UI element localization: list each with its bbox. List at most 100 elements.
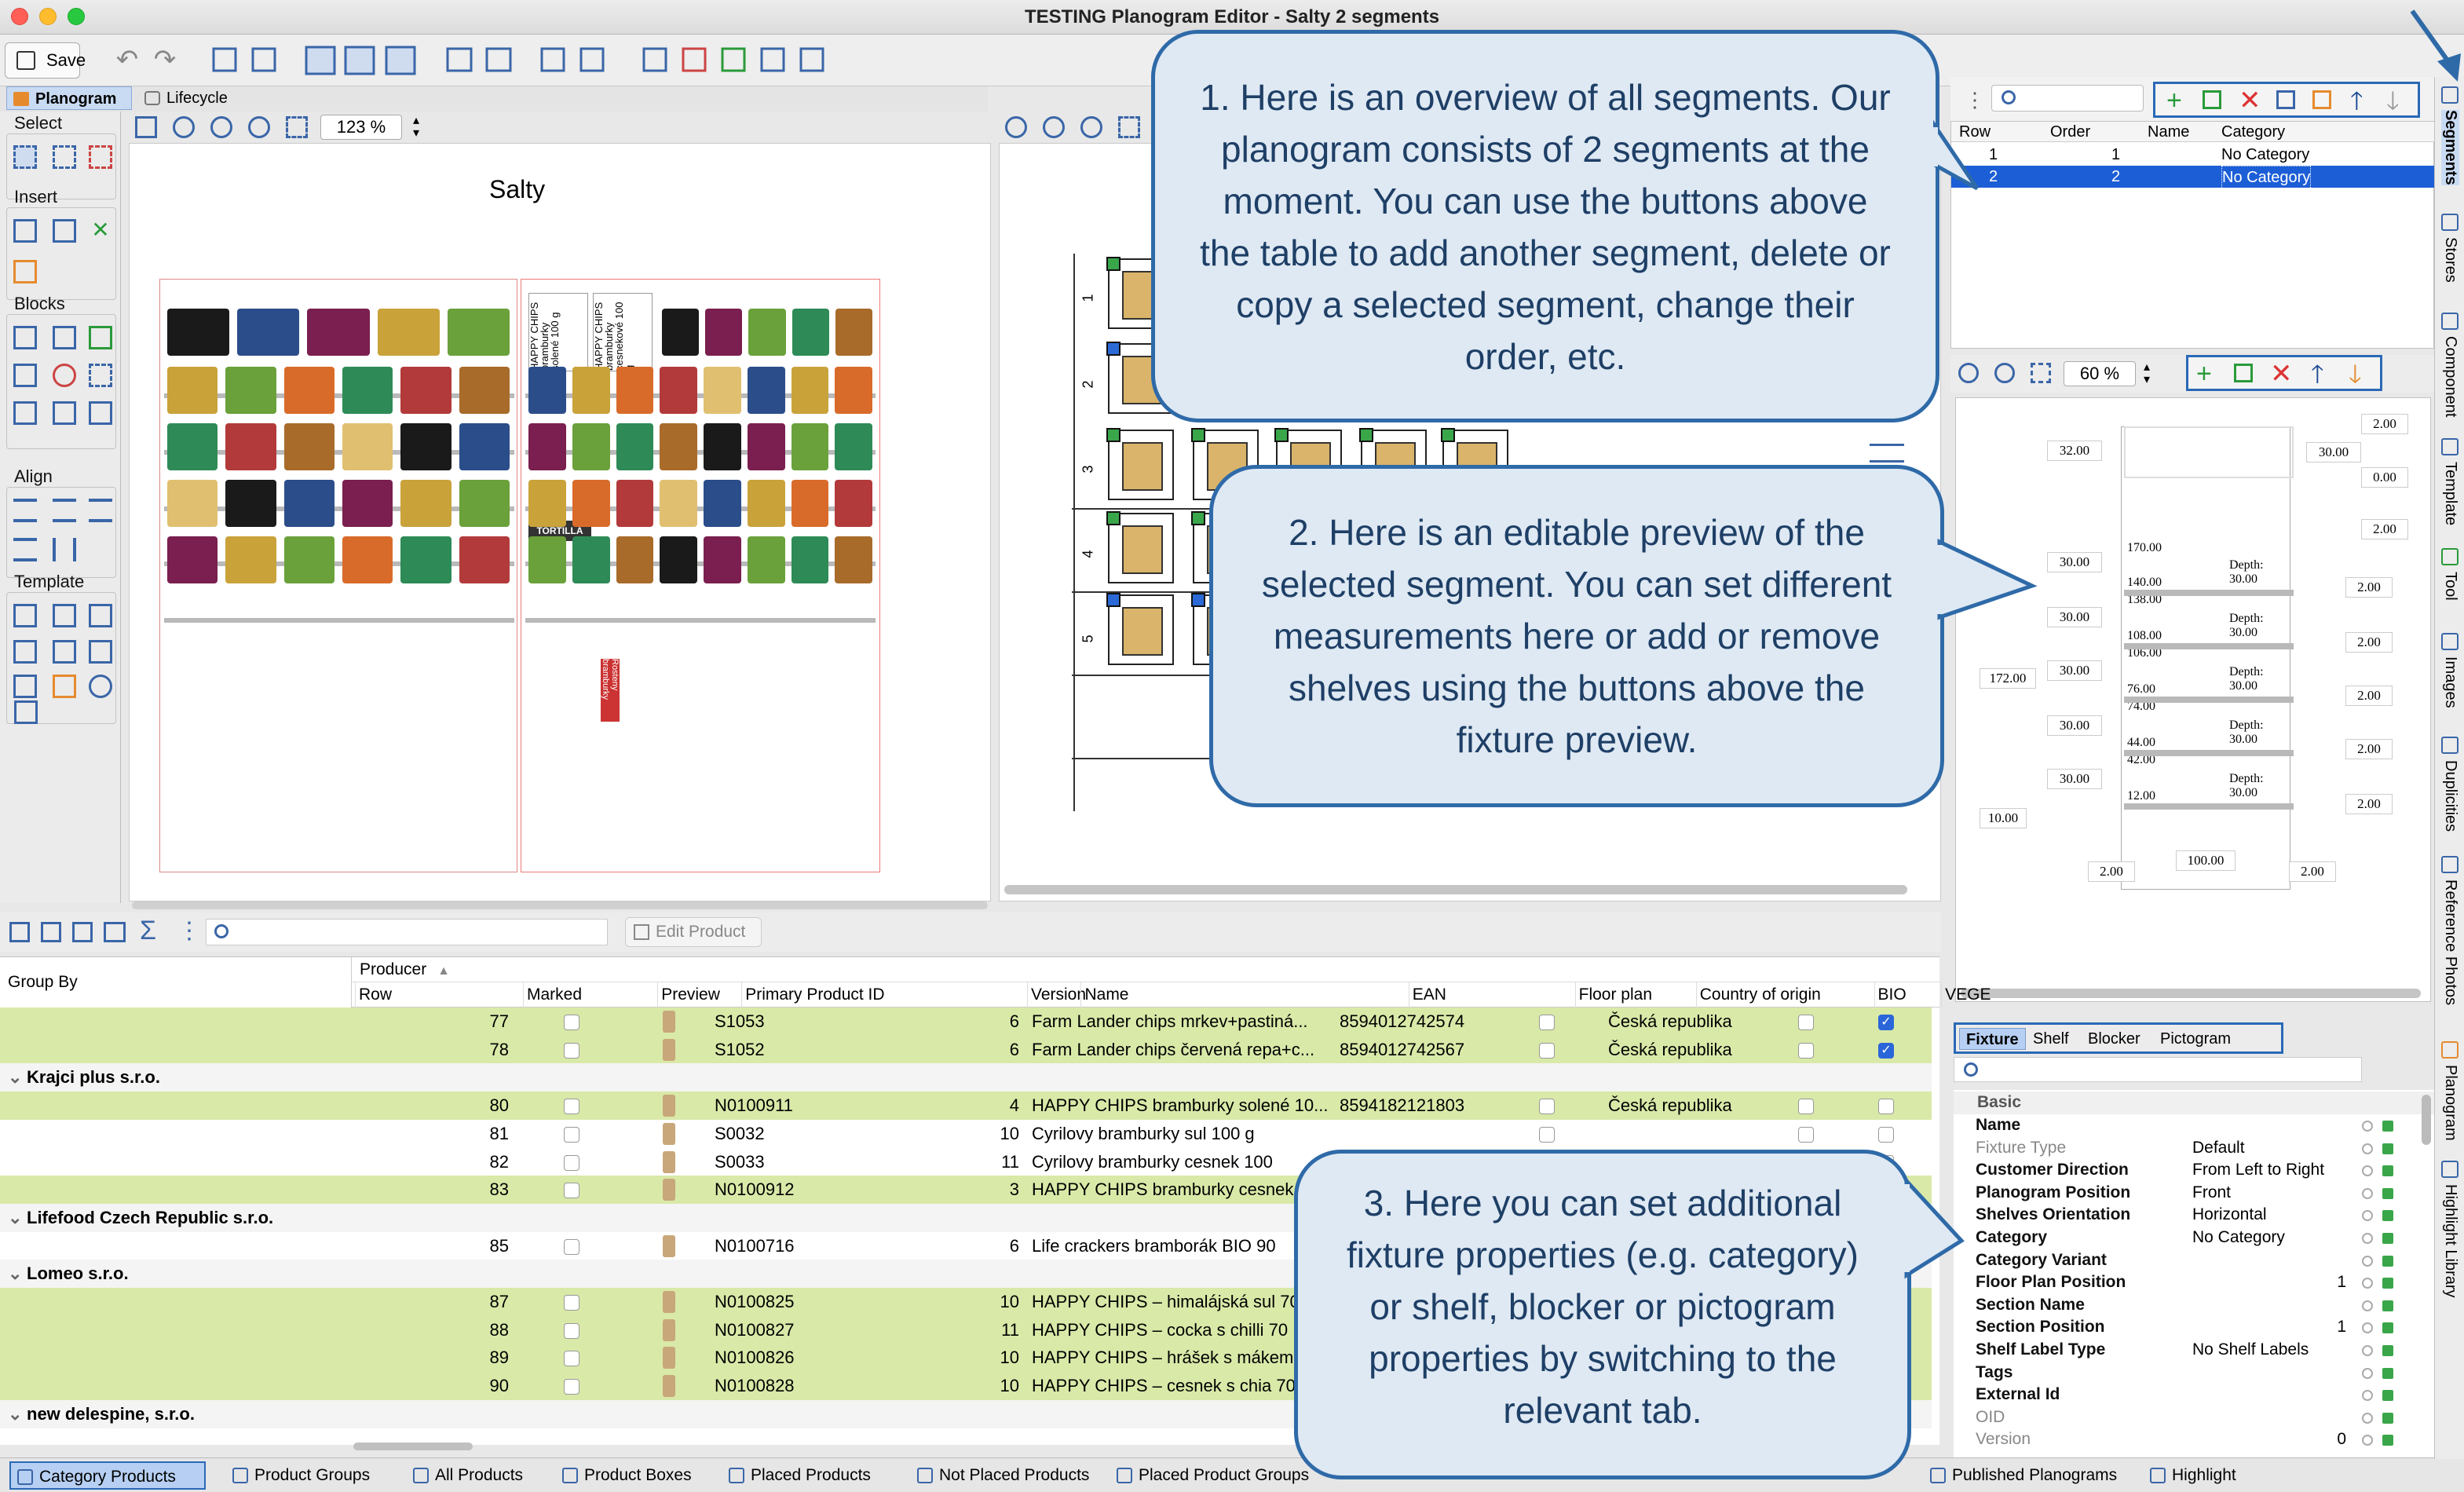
marked-checkbox[interactable] xyxy=(564,1322,579,1339)
check-all-icon[interactable] xyxy=(9,922,30,942)
edit-property-icon[interactable] xyxy=(2382,1300,2393,1311)
col-category[interactable]: Category xyxy=(2221,122,2285,142)
floorplan-checkbox[interactable] xyxy=(1539,1099,1555,1115)
product-facing[interactable] xyxy=(225,367,276,414)
product-facing[interactable] xyxy=(660,367,697,414)
product-facing[interactable] xyxy=(662,309,700,356)
products-search-input[interactable] xyxy=(206,919,608,945)
insert-remove-icon[interactable]: ✕ xyxy=(89,219,112,243)
vertical-tab[interactable]: Component xyxy=(2441,336,2459,417)
select-area-icon[interactable] xyxy=(53,145,76,169)
property-row[interactable]: Category Variant xyxy=(1954,1249,2440,1272)
preview-shelf-2[interactable] xyxy=(2124,643,2294,649)
reset-property-icon[interactable] xyxy=(2362,1412,2373,1424)
marked-checkbox[interactable] xyxy=(564,1154,579,1171)
product-facing[interactable] xyxy=(616,480,654,527)
bottom-val-1[interactable]: 2.00 xyxy=(2088,861,2135,882)
grid-header-cell[interactable]: EAN xyxy=(1408,982,1446,1007)
product-facing[interactable] xyxy=(660,536,697,583)
product-facing[interactable] xyxy=(616,367,654,414)
vertical-tab[interactable]: Reference Photos xyxy=(2441,879,2459,1005)
product-facing[interactable] xyxy=(459,367,510,414)
product-facing[interactable] xyxy=(167,536,218,583)
reset-property-icon[interactable] xyxy=(2362,1390,2373,1402)
product-facing[interactable] xyxy=(459,423,510,470)
distribute-horizontal-icon[interactable] xyxy=(53,538,76,561)
property-row[interactable]: Planogram Position Front xyxy=(1954,1182,2440,1205)
product-facing[interactable] xyxy=(167,309,230,356)
status-tab[interactable]: All Products xyxy=(407,1461,523,1490)
product-facing[interactable] xyxy=(528,367,566,414)
product-facing[interactable] xyxy=(704,423,741,470)
left-val-4[interactable]: 30.00 xyxy=(2047,660,2102,681)
segment-row-1[interactable]: 1 1 No Category xyxy=(1951,144,2435,166)
bottom-val-3[interactable]: 2.00 xyxy=(2289,861,2336,882)
vertical-tab[interactable]: Segments xyxy=(2441,110,2459,185)
product-facing[interactable] xyxy=(167,367,218,414)
product-facing[interactable] xyxy=(572,536,610,583)
right-val-7[interactable]: 2.00 xyxy=(2345,686,2393,706)
product-facing[interactable] xyxy=(377,309,440,356)
product-facing[interactable] xyxy=(528,423,566,470)
status-tab[interactable]: Product Groups xyxy=(226,1461,370,1490)
product-facing[interactable] xyxy=(342,536,393,583)
grid-header-cell[interactable]: Marked xyxy=(523,982,582,1007)
grid-header-cell[interactable]: Row xyxy=(355,982,392,1007)
marked-checkbox[interactable] xyxy=(564,1379,579,1395)
reset-property-icon[interactable] xyxy=(2362,1255,2373,1267)
edit-property-icon[interactable] xyxy=(2382,1435,2393,1446)
product-facing[interactable] xyxy=(616,423,654,470)
paste-products-icon[interactable] xyxy=(72,922,93,942)
left-val-5[interactable]: 30.00 xyxy=(2047,715,2102,736)
right-val-9[interactable]: 2.00 xyxy=(2345,794,2393,814)
tab-blocker[interactable]: Blocker xyxy=(2082,1028,2147,1050)
redo-icon[interactable]: ↷ xyxy=(148,42,182,77)
property-row[interactable]: OID xyxy=(1954,1406,2440,1429)
align-left-icon[interactable] xyxy=(13,499,37,522)
properties-scrollbar[interactable] xyxy=(2422,1095,2431,1145)
left-val-2[interactable]: 30.00 xyxy=(2047,552,2102,572)
product-facing[interactable] xyxy=(835,367,872,414)
product-facing[interactable] xyxy=(747,536,785,583)
floorplan-checkbox[interactable] xyxy=(1539,1015,1555,1030)
property-row[interactable]: External Id xyxy=(1954,1384,2440,1406)
delete-segment-icon[interactable]: ✕ xyxy=(2239,86,2261,115)
col-order[interactable]: Order xyxy=(2050,122,2090,142)
product-facing[interactable] xyxy=(400,536,451,583)
property-row[interactable]: Category No Category xyxy=(1954,1227,2440,1249)
product-facing[interactable] xyxy=(400,423,451,470)
status-tab[interactable]: Product Boxes xyxy=(556,1461,692,1490)
property-row[interactable]: Section Name xyxy=(1954,1294,2440,1317)
preview-shelf-1[interactable] xyxy=(2124,590,2294,596)
edit-property-icon[interactable] xyxy=(2382,1255,2393,1267)
left-val-6[interactable]: 30.00 xyxy=(2047,769,2102,789)
zoom-in-icon[interactable] xyxy=(173,116,195,138)
floor-product-block[interactable] xyxy=(1106,428,1174,500)
property-value[interactable]: 1 xyxy=(2337,1271,2346,1293)
reset-property-icon[interactable] xyxy=(2362,1435,2373,1446)
product-facing[interactable] xyxy=(400,367,451,414)
preview-shelf-5[interactable] xyxy=(2124,803,2294,810)
height-total[interactable]: 172.00 xyxy=(1980,668,2036,689)
marked-checkbox[interactable] xyxy=(564,1351,579,1367)
more-icon[interactable]: ⋮ xyxy=(177,917,201,945)
block-icon-2[interactable] xyxy=(53,326,76,349)
grid-header-cell[interactable]: Floor plan xyxy=(1574,982,1652,1007)
product-facing[interactable] xyxy=(167,480,218,527)
align-right-icon[interactable] xyxy=(89,499,112,522)
tab-fixture[interactable]: Fixture xyxy=(1959,1028,2026,1050)
producer-header[interactable]: Producer ▲ xyxy=(352,957,1939,982)
move-down-icon[interactable]: 🡓 xyxy=(2386,86,2400,115)
product-facing[interactable] xyxy=(704,536,741,583)
marked-checkbox[interactable] xyxy=(564,1183,579,1199)
reset-property-icon[interactable] xyxy=(2362,1143,2373,1154)
overview-zoom-fit-icon[interactable] xyxy=(1118,116,1140,138)
floorplan-checkbox[interactable] xyxy=(1539,1042,1555,1059)
bio-checkbox[interactable] xyxy=(1798,1126,1814,1143)
grid-header-cell[interactable]: VEGE xyxy=(1941,982,1991,1007)
edit-property-icon[interactable] xyxy=(2382,1390,2393,1402)
table-row[interactable]: 81 S0032 10 Cyrilovy bramburky sul 100 g xyxy=(0,1120,1932,1148)
template-icon-2[interactable] xyxy=(53,604,76,627)
expand-chevron-icon[interactable]: ⌄ xyxy=(8,1204,22,1232)
product-facing[interactable] xyxy=(225,423,276,470)
